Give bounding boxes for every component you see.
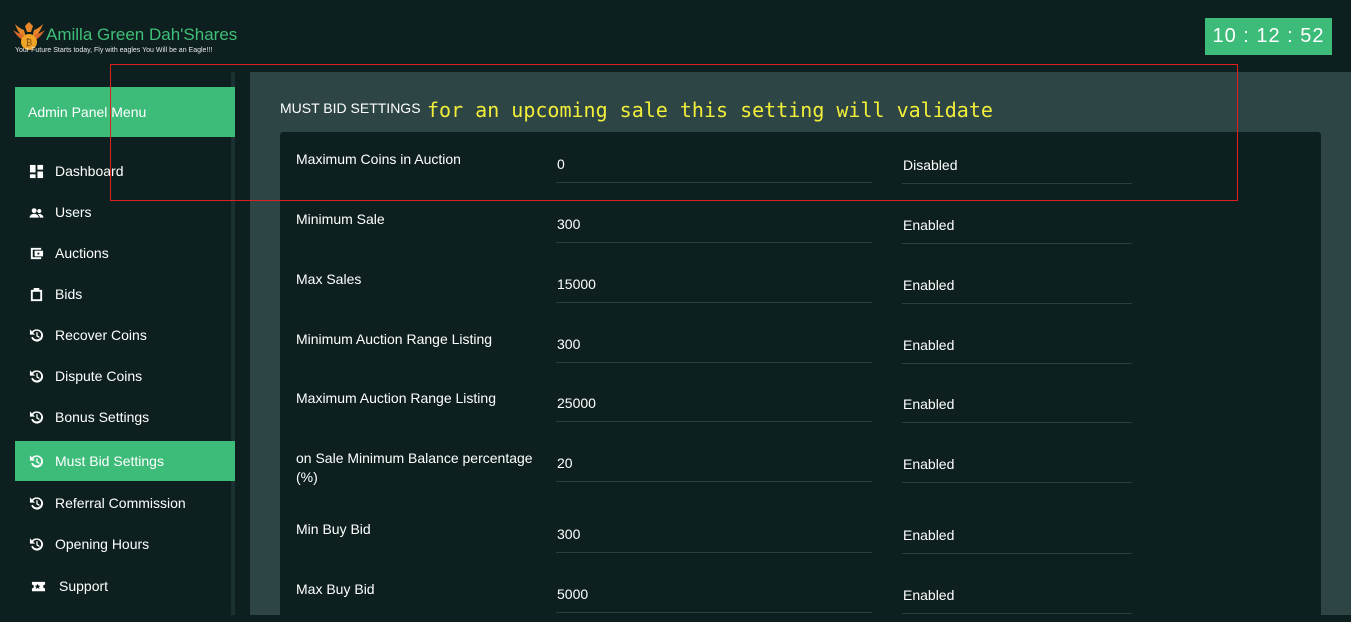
top-header: ₿ Amilla Green Dah'Shares Your Future St… bbox=[0, 0, 1351, 72]
settings-row: Max Sales 15000 Enabled bbox=[280, 252, 1321, 312]
brand-tagline: Your Future Starts today, Fly with eagle… bbox=[15, 47, 213, 54]
setting-status-select[interactable]: Enabled bbox=[902, 525, 1132, 554]
setting-status-select[interactable]: Enabled bbox=[902, 275, 1132, 304]
sidebar-item-referral-commission[interactable]: Referral Commission bbox=[15, 483, 235, 523]
setting-value-input[interactable]: 300 bbox=[556, 214, 872, 243]
sidebar-item-label: Dispute Coins bbox=[55, 368, 143, 384]
sidebar-item-must-bid-settings[interactable]: Must Bid Settings bbox=[15, 441, 235, 481]
setting-label: Min Buy Bid bbox=[296, 521, 371, 537]
sidebar-item-auctions[interactable]: Auctions bbox=[15, 233, 235, 273]
sidebar-item-label: Must Bid Settings bbox=[55, 453, 164, 469]
setting-value-input[interactable]: 0 bbox=[556, 154, 872, 183]
settings-row: Maximum Auction Range Listing 25000 Enab… bbox=[280, 371, 1321, 431]
dashboard-icon bbox=[28, 163, 44, 179]
setting-value-input[interactable]: 300 bbox=[556, 334, 872, 363]
users-icon bbox=[28, 204, 44, 220]
sidebar-item-dashboard[interactable]: Dashboard bbox=[15, 151, 235, 191]
clipboard-icon bbox=[28, 286, 44, 302]
setting-label: Minimum Auction Range Listing bbox=[296, 331, 493, 347]
sidebar-item-support[interactable]: Support bbox=[15, 566, 235, 606]
setting-value-input[interactable]: 5000 bbox=[556, 584, 872, 613]
settings-row: on Sale Minimum Balance percentage (%) 2… bbox=[280, 431, 1321, 501]
settings-row: Minimum Auction Range Listing 300 Enable… bbox=[280, 312, 1321, 372]
setting-status-select[interactable]: Enabled bbox=[902, 585, 1132, 614]
sidebar-item-label: Bonus Settings bbox=[55, 409, 150, 425]
main-content: MUST BID SETTINGS for an upcoming sale t… bbox=[250, 72, 1351, 622]
sidebar-item-label: Dashboard bbox=[55, 163, 124, 179]
sidebar-item-label: Support bbox=[59, 578, 109, 594]
settings-row: Min Buy Bid 300 Enabled bbox=[280, 502, 1321, 562]
setting-value-input[interactable]: 300 bbox=[556, 524, 872, 553]
sidebar: Admin Panel Menu Dashboard Users Auction… bbox=[0, 72, 250, 615]
annotation-note: for an upcoming sale this setting will v… bbox=[427, 98, 993, 122]
setting-status-select[interactable]: Enabled bbox=[902, 215, 1132, 244]
history-icon bbox=[28, 495, 44, 511]
setting-status-select[interactable]: Enabled bbox=[902, 394, 1132, 423]
settings-row: Minimum Sale 300 Enabled bbox=[280, 192, 1321, 252]
sidebar-header: Admin Panel Menu bbox=[15, 87, 235, 137]
setting-label: Minimum Sale bbox=[296, 211, 385, 227]
sidebar-item-label: Recover Coins bbox=[55, 327, 147, 343]
sidebar-item-label: Auctions bbox=[55, 245, 109, 261]
settings-row: Max Buy Bid 5000 Enabled bbox=[280, 562, 1321, 622]
clock-display: 10 : 12 : 52 bbox=[1205, 18, 1332, 55]
setting-label: Maximum Coins in Auction bbox=[296, 151, 461, 167]
setting-label: Maximum Auction Range Listing bbox=[296, 390, 496, 406]
sidebar-item-label: Opening Hours bbox=[55, 536, 150, 552]
sidebar-item-bids[interactable]: Bids bbox=[15, 274, 235, 314]
setting-value-input[interactable]: 25000 bbox=[556, 393, 872, 422]
setting-value-input[interactable]: 15000 bbox=[556, 274, 872, 303]
sidebar-item-users[interactable]: Users bbox=[15, 192, 235, 232]
history-icon bbox=[28, 327, 44, 343]
sidebar-item-dispute-coins[interactable]: Dispute Coins bbox=[15, 356, 235, 396]
brand-title: Amilla Green Dah'Shares bbox=[46, 25, 238, 44]
settings-row: Maximum Coins in Auction 0 Disabled bbox=[280, 132, 1321, 192]
setting-status-select[interactable]: Enabled bbox=[902, 454, 1132, 483]
wallet-icon bbox=[28, 245, 44, 261]
sidebar-item-opening-hours[interactable]: Opening Hours bbox=[15, 524, 235, 564]
sidebar-item-recover-coins[interactable]: Recover Coins bbox=[15, 315, 235, 355]
setting-status-select[interactable]: Disabled bbox=[902, 155, 1132, 184]
setting-label: Max Buy Bid bbox=[296, 581, 375, 597]
history-icon bbox=[28, 453, 44, 469]
sidebar-item-label: Users bbox=[55, 204, 92, 220]
history-icon bbox=[28, 368, 44, 384]
history-icon bbox=[28, 536, 44, 552]
ticket-icon bbox=[30, 578, 46, 594]
setting-label: on Sale Minimum Balance percentage (%) bbox=[296, 450, 533, 485]
settings-panel: Maximum Coins in Auction 0 Disabled Mini… bbox=[280, 132, 1321, 622]
setting-label: Max Sales bbox=[296, 271, 362, 287]
sidebar-item-bonus-settings[interactable]: Bonus Settings bbox=[15, 397, 235, 437]
history-icon bbox=[28, 409, 44, 425]
setting-status-select[interactable]: Enabled bbox=[902, 335, 1132, 364]
page-title: MUST BID SETTINGS bbox=[280, 100, 421, 116]
sidebar-item-label: Referral Commission bbox=[55, 495, 186, 511]
brand-logo[interactable]: ₿ Amilla Green Dah'Shares Your Future St… bbox=[12, 18, 252, 62]
sidebar-item-label: Bids bbox=[55, 286, 83, 302]
setting-value-input[interactable]: 20 bbox=[556, 453, 872, 482]
